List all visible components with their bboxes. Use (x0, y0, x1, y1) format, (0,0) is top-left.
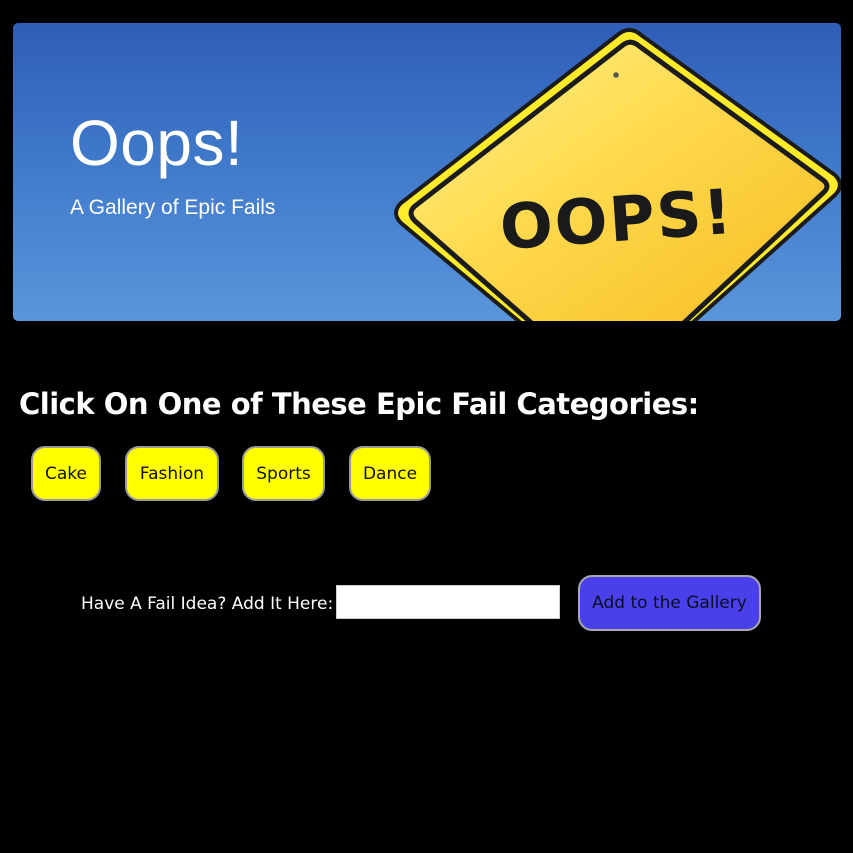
warning-sign-icon: OOPS! (394, 28, 841, 321)
categories-heading: Click On One of These Epic Fail Categori… (19, 387, 699, 421)
hero-banner: Oops! A Gallery of Epic Fails OOPS! (13, 23, 841, 321)
add-to-gallery-button[interactable]: Add to the Gallery (578, 575, 761, 631)
hero-subtitle: A Gallery of Epic Fails (70, 196, 276, 219)
category-button-dance[interactable]: Dance (349, 446, 431, 501)
add-idea-form: Have A Fail Idea? Add It Here: Add to th… (0, 575, 853, 631)
category-button-fashion[interactable]: Fashion (125, 446, 219, 501)
category-button-sports[interactable]: Sports (242, 446, 325, 501)
hero-title: Oops! (70, 107, 244, 179)
fail-idea-input[interactable] (336, 585, 560, 619)
add-idea-label: Have A Fail Idea? Add It Here: (81, 594, 334, 614)
category-button-cake[interactable]: Cake (31, 446, 101, 501)
page: Oops! A Gallery of Epic Fails OOPS! Clic… (0, 0, 853, 853)
oops-sign-image: OOPS! (373, 23, 841, 321)
